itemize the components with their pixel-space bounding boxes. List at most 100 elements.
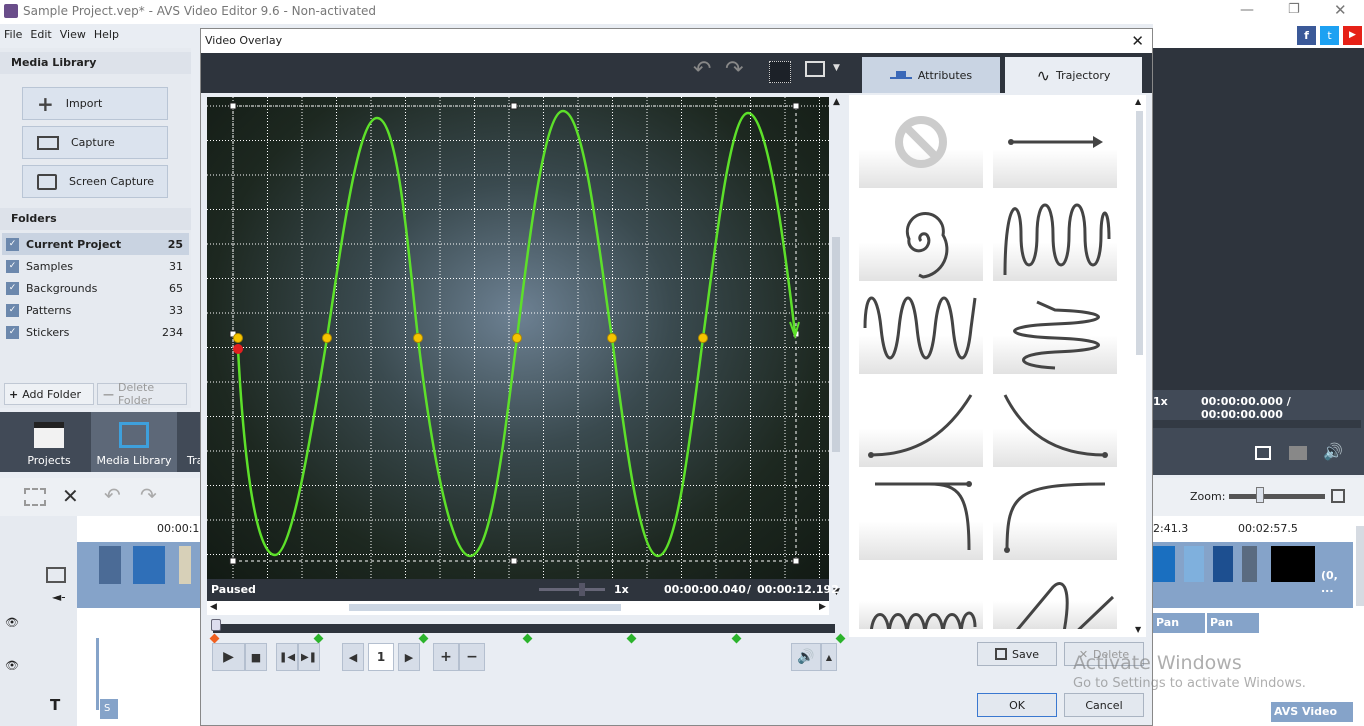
text-clip[interactable]: AVS Video — [1271, 702, 1353, 722]
menu-edit[interactable]: Edit — [30, 28, 51, 41]
trajectory-preset-curve-up-right-corner[interactable] — [993, 474, 1117, 560]
trajectory-preset-curve-up-left[interactable] — [993, 381, 1117, 467]
monitor-icon[interactable] — [805, 61, 825, 77]
video-track[interactable] — [77, 542, 200, 608]
trajectory-preset-wave-up[interactable] — [859, 288, 983, 374]
keypoint[interactable] — [233, 333, 243, 343]
scroll-down-icon[interactable]: ▼ — [1135, 625, 1141, 634]
start-marker[interactable] — [209, 633, 220, 644]
redo-icon[interactable]: ↷ — [140, 483, 157, 507]
scroll-thumb[interactable] — [349, 604, 621, 611]
twitter-icon[interactable]: t — [1320, 26, 1339, 45]
minimize-icon[interactable]: — — [1240, 2, 1254, 18]
keypoint[interactable] — [698, 333, 708, 343]
split-icon[interactable] — [24, 488, 46, 506]
trajectory-canvas[interactable] — [207, 97, 829, 579]
nav-projects[interactable]: Projects — [6, 412, 92, 472]
resize-handle[interactable] — [792, 557, 800, 565]
volume-expand-button[interactable]: ▲ — [821, 643, 837, 671]
undo-icon[interactable]: ↶ — [104, 483, 121, 507]
folder-patterns[interactable]: ✓ Patterns 33 — [2, 299, 189, 321]
folder-samples[interactable]: ✓ Samples 31 — [2, 255, 189, 277]
keyframe-marker[interactable] — [835, 633, 846, 644]
delete-icon[interactable]: ✕ — [62, 484, 79, 508]
keyframe-marker[interactable] — [626, 633, 637, 644]
timeline-slider[interactable] — [213, 624, 835, 633]
keyframe-marker[interactable] — [313, 633, 324, 644]
scroll-up-icon[interactable]: ▲ — [1135, 97, 1141, 106]
vertical-scrollbar[interactable] — [832, 237, 840, 452]
video-track[interactable]: (0, ... — [1153, 542, 1353, 608]
trajectory-preset-wave-down[interactable] — [993, 195, 1117, 281]
keypoint[interactable] — [512, 333, 522, 343]
keyframe-marker[interactable] — [522, 633, 533, 644]
import-button[interactable]: + Import — [22, 87, 168, 120]
keypoint[interactable] — [607, 333, 617, 343]
screen-capture-button[interactable]: Screen Capture — [22, 165, 168, 198]
fullscreen-icon[interactable] — [1255, 446, 1271, 460]
audio-mute-icon[interactable]: ◄- — [52, 590, 66, 604]
nav-media-library[interactable]: Media Library — [91, 412, 177, 472]
next-keyframe-button[interactable]: ▶❚ — [298, 643, 320, 671]
nav-transitions[interactable]: Tra — [177, 412, 203, 472]
effect-clip[interactable]: Pan an... — [1153, 613, 1205, 642]
trajectory-preset-loop[interactable] — [993, 567, 1117, 629]
current-point[interactable] — [233, 344, 243, 354]
tab-trajectory[interactable]: ∿ Trajectory — [1005, 57, 1142, 93]
fit-icon[interactable] — [1331, 489, 1345, 503]
youtube-icon[interactable]: ▶ — [1343, 26, 1362, 45]
dialog-close-icon[interactable]: ✕ — [1131, 29, 1144, 53]
snapshot-icon[interactable] — [1289, 446, 1307, 460]
previous-keyframe-button[interactable]: ❚◀ — [276, 643, 298, 671]
trajectory-preset-zigzag-horizontal[interactable] — [993, 288, 1117, 374]
keyframe-marker[interactable] — [731, 633, 741, 644]
keypoint[interactable] — [322, 333, 332, 343]
restore-icon[interactable]: ❐ — [1288, 2, 1300, 17]
folder-current-project[interactable]: ✓ Current Project 25 — [2, 233, 189, 255]
tab-attributes[interactable]: Attributes — [862, 57, 1000, 93]
menu-help[interactable]: Help — [94, 28, 119, 41]
scroll-up-icon[interactable]: ▲ — [833, 97, 840, 107]
trajectory-preset-curve-up-right[interactable] — [859, 381, 983, 467]
trajectory-preset-line[interactable] — [993, 102, 1117, 188]
chevron-down-icon[interactable]: ▼ — [833, 63, 840, 73]
preview-seekbar[interactable] — [1153, 420, 1361, 428]
presets-scrollbar[interactable] — [1136, 111, 1143, 355]
menu-view[interactable]: View — [60, 28, 86, 41]
facebook-icon[interactable]: f — [1297, 26, 1316, 45]
folder-stickers[interactable]: ✓ Stickers 234 — [2, 321, 189, 343]
undo-icon[interactable]: ↶ — [693, 57, 711, 82]
horizontal-scrollbar[interactable]: ◀ ▶ — [207, 601, 829, 615]
effect-clip[interactable]: Pan a... — [1207, 613, 1259, 642]
capture-button[interactable]: Capture — [22, 126, 168, 159]
timeline-slider-thumb[interactable] — [211, 619, 221, 631]
volume-icon[interactable]: 🔊 — [1323, 442, 1343, 461]
play-button[interactable]: ▶ — [212, 643, 245, 671]
resize-handle[interactable] — [229, 557, 237, 565]
keyframe-marker[interactable] — [418, 633, 429, 644]
trajectory-preset-spiral[interactable] — [859, 195, 983, 281]
delete-folder-button[interactable]: — Delete Folder — [97, 381, 187, 407]
trajectory-preset-wave-partial[interactable] — [859, 567, 983, 629]
video-canvas[interactable] — [207, 97, 829, 579]
remove-keypoint-button[interactable]: − — [459, 643, 485, 671]
redo-icon[interactable]: ↷ — [725, 57, 743, 82]
text-clip[interactable]: S — [100, 699, 118, 719]
scroll-right-icon[interactable]: ▶ — [819, 602, 826, 612]
frame-number-input[interactable]: 1 — [368, 643, 394, 671]
folder-backgrounds[interactable]: ✓ Backgrounds 65 — [2, 277, 189, 299]
resize-handle[interactable] — [510, 102, 518, 110]
volume-button[interactable]: 🔊 — [791, 643, 821, 671]
keypoint[interactable] — [413, 333, 423, 343]
eye-icon[interactable]: 👁 — [5, 616, 19, 629]
speed-slider-thumb[interactable] — [579, 583, 585, 596]
overlay-bounds[interactable] — [232, 105, 797, 562]
zoom-slider-thumb[interactable] — [1256, 487, 1264, 503]
next-frame-button[interactable]: ▶ — [398, 643, 420, 671]
save-button[interactable]: Save — [977, 642, 1057, 666]
zoom-slider[interactable] — [1229, 494, 1325, 499]
trajectory-preset-curve-left-down[interactable] — [859, 474, 983, 560]
add-keypoint-button[interactable]: + — [433, 643, 459, 671]
previous-frame-button[interactable]: ◀ — [342, 643, 364, 671]
ok-button[interactable]: OK — [977, 693, 1057, 717]
